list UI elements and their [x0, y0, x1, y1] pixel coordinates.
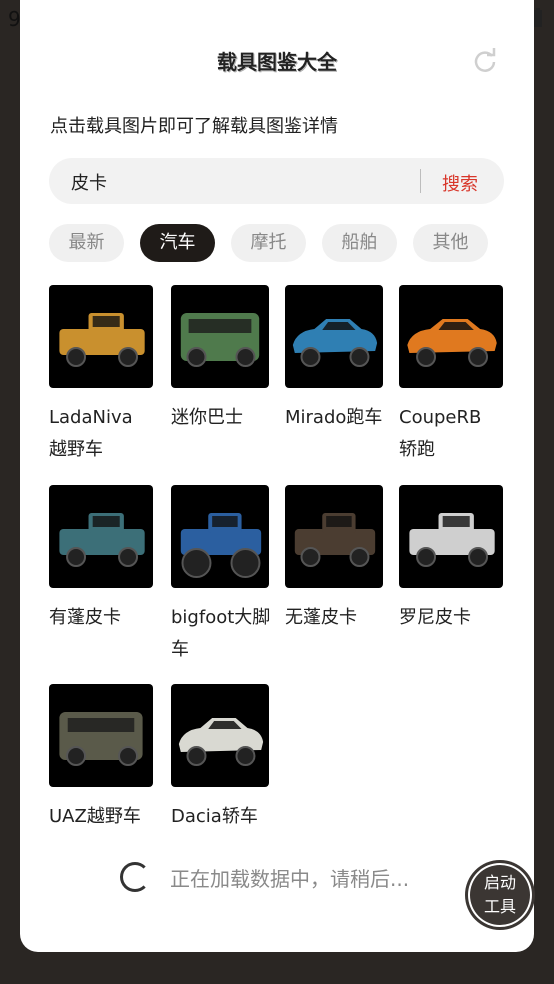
vehicle-name: Mirado跑车	[285, 407, 383, 428]
search-divider	[420, 169, 421, 193]
vehicle-card[interactable]: bigfoot大脚车	[171, 485, 275, 666]
vehicle-card[interactable]: Mirado跑车	[285, 285, 389, 434]
vehicle-image[interactable]	[285, 285, 383, 388]
vehicle-card[interactable]: Dacia轿车	[171, 684, 275, 833]
tab-cars[interactable]: 汽车	[140, 224, 215, 262]
page-title: 载具图鉴大全	[217, 50, 337, 74]
launch-label-line2: 工具	[483, 897, 516, 916]
spinner-icon	[120, 862, 150, 892]
hint-text: 点击载具图片即可了解载具图鉴详情	[50, 116, 338, 137]
loading-text: 正在加载数据中，请稍后...	[170, 866, 410, 891]
refresh-icon[interactable]	[472, 48, 498, 74]
vehicle-name: 无蓬皮卡	[285, 607, 357, 628]
vehicle-image[interactable]	[285, 485, 383, 588]
vehicle-name: UAZ越野车	[49, 806, 141, 827]
vehicle-name: 有蓬皮卡	[49, 607, 121, 628]
vehicle-image[interactable]	[49, 684, 153, 787]
launch-tool-button[interactable]: 启动 工具	[468, 863, 532, 927]
vehicle-card[interactable]: 有蓬皮卡	[49, 485, 153, 634]
vehicle-image[interactable]	[49, 485, 153, 588]
vehicle-image[interactable]	[171, 285, 269, 388]
tab-latest[interactable]: 最新	[49, 224, 124, 262]
loading-indicator: 正在加载数据中，请稍后...	[120, 862, 409, 892]
vehicle-card[interactable]: 无蓬皮卡	[285, 485, 389, 634]
vehicle-image[interactable]	[399, 285, 503, 388]
vehicle-image[interactable]	[171, 485, 269, 588]
search-button[interactable]: 搜索	[442, 170, 478, 196]
tab-other[interactable]: 其他	[413, 224, 488, 262]
vehicle-card[interactable]: 迷你巴士	[171, 285, 275, 434]
search-bar: 搜索	[49, 158, 504, 204]
vehicle-image[interactable]	[399, 485, 503, 588]
vehicle-name: bigfoot大脚车	[171, 607, 271, 660]
vehicle-card[interactable]: 罗尼皮卡	[399, 485, 503, 634]
vehicle-image[interactable]	[171, 684, 269, 787]
vehicle-card[interactable]: UAZ越野车	[49, 684, 153, 833]
vehicle-name: CoupeRB轿跑	[399, 407, 482, 460]
vehicle-image[interactable]	[49, 285, 153, 388]
vehicle-name: 罗尼皮卡	[399, 607, 471, 628]
search-input[interactable]	[69, 168, 403, 196]
launch-label-line1: 启动	[483, 873, 516, 892]
vehicle-name: 迷你巴士	[171, 407, 243, 428]
vehicle-name: Dacia轿车	[171, 806, 258, 827]
vehicle-name: LadaNiva越野车	[49, 407, 133, 460]
main-card: 载具图鉴大全 点击载具图片即可了解载具图鉴详情 搜索 最新 汽车 摩托 船舶 其…	[20, 0, 534, 952]
vehicle-card[interactable]: CoupeRB轿跑	[399, 285, 503, 466]
tab-boats[interactable]: 船舶	[322, 224, 397, 262]
tab-motorcycles[interactable]: 摩托	[231, 224, 306, 262]
vehicle-card[interactable]: LadaNiva越野车	[49, 285, 153, 466]
